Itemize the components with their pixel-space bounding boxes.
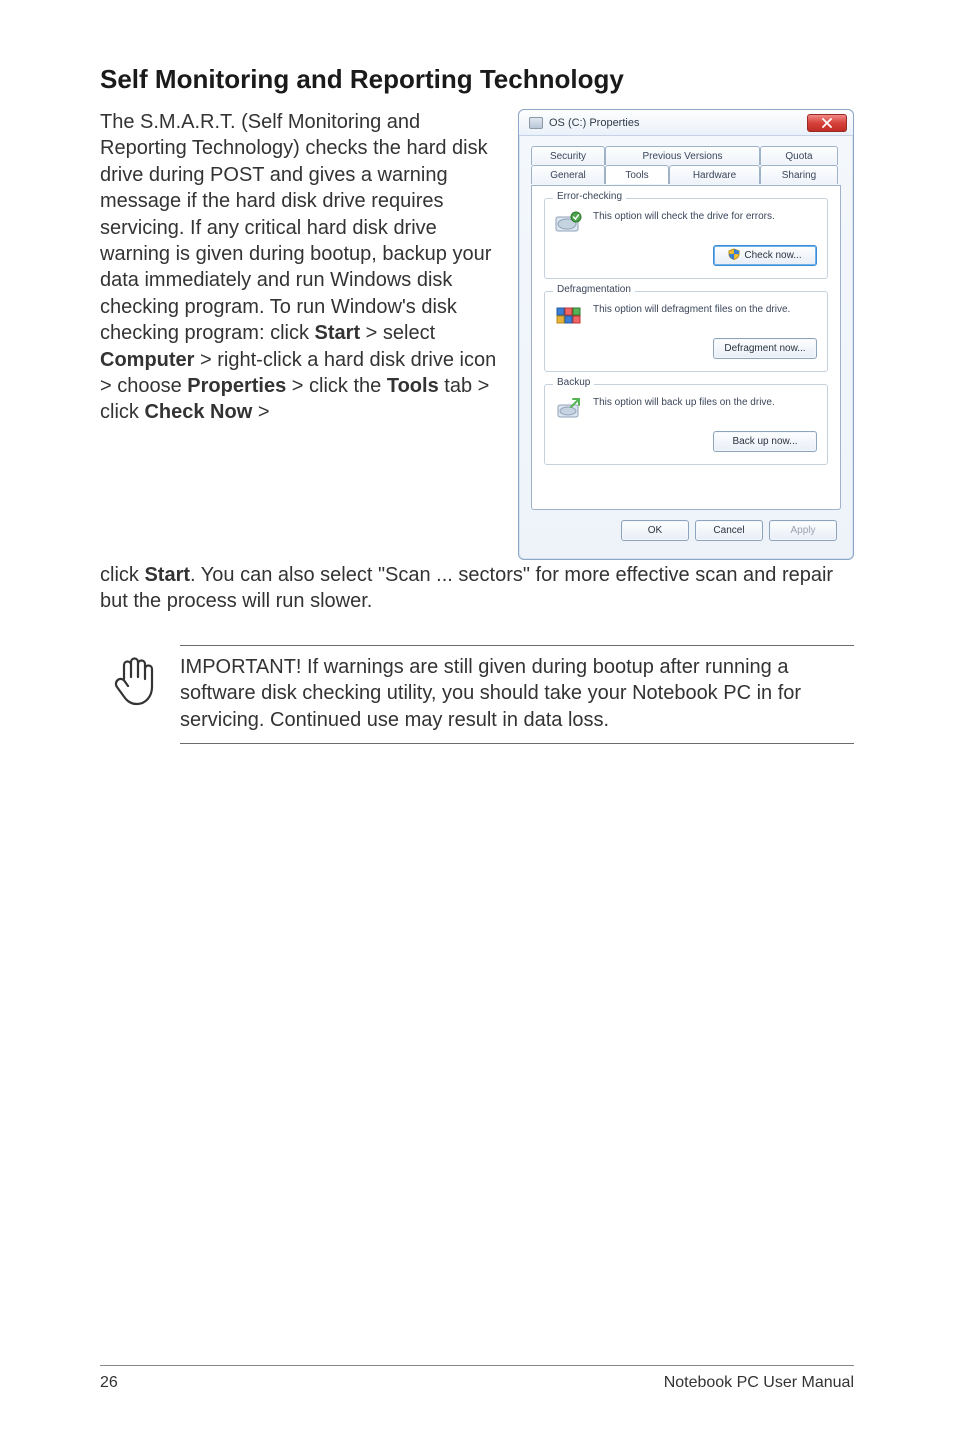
check-now-button[interactable]: Check now... (713, 245, 817, 266)
backup-icon (555, 397, 583, 421)
close-x-icon (822, 118, 832, 128)
drive-icon (529, 117, 543, 129)
hand-icon (110, 645, 158, 744)
dialog-title: OS (C:) Properties (549, 117, 639, 129)
check-now-label: Check now... (744, 250, 801, 261)
backup-now-button[interactable]: Back up now... (713, 431, 817, 452)
kw-tools: Tools (387, 375, 439, 397)
kw-start: Start (315, 322, 361, 344)
error-desc: This option will check the drive for err… (593, 211, 817, 222)
defragment-now-button[interactable]: Defragment now... (713, 338, 817, 359)
kw-properties: Properties (187, 375, 286, 397)
section-heading: Self Monitoring and Reporting Technology (100, 64, 854, 95)
tab-hardware[interactable]: Hardware (669, 165, 760, 184)
group-backup: Backup This option will back up files on… (544, 384, 828, 465)
apply-button[interactable]: Apply (769, 520, 837, 541)
cont-text: . You can also select "Scan ... sectors"… (100, 564, 833, 612)
para-text: > select (360, 322, 435, 344)
body-paragraph-continued: click Start. You can also select "Scan .… (100, 562, 854, 615)
group-label-defrag: Defragmentation (553, 284, 635, 295)
defrag-desc: This option will defragment files on the… (593, 304, 817, 315)
tab-panel: Error-checking This option will check th… (531, 185, 841, 510)
note-text: IMPORTANT! If warnings are still given d… (180, 654, 854, 733)
kw-start2: Start (144, 564, 190, 586)
defrag-icon (555, 304, 583, 328)
group-defragmentation: Defragmentation This option will defragm… (544, 291, 828, 372)
dialog-bottom-buttons: OK Cancel Apply (531, 510, 841, 547)
page-number: 26 (100, 1374, 118, 1392)
group-error-checking: Error-checking This option will check th… (544, 198, 828, 279)
shield-icon (728, 248, 740, 263)
body-paragraph-left: The S.M.A.R.T. (Self Monitoring and Repo… (100, 109, 500, 426)
kw-computer: Computer (100, 349, 194, 371)
titlebar-left: OS (C:) Properties (529, 117, 639, 129)
kw-checknow: Check Now (144, 401, 252, 423)
group-label-error: Error-checking (553, 191, 626, 202)
ok-button[interactable]: OK (621, 520, 689, 541)
close-button[interactable] (807, 114, 847, 132)
tab-tools[interactable]: Tools (605, 165, 669, 184)
tab-security[interactable]: Security (531, 146, 605, 165)
error-check-icon (555, 211, 583, 235)
tab-strip: Security Previous Versions Quota General… (531, 146, 841, 186)
backup-desc: This option will back up files on the dr… (593, 397, 817, 408)
cancel-button[interactable]: Cancel (695, 520, 763, 541)
para-text: > click the (286, 375, 387, 397)
tab-sharing[interactable]: Sharing (760, 165, 838, 184)
properties-dialog: OS (C:) Properties Security Previous Ver… (518, 109, 854, 560)
page-footer: 26 Notebook PC User Manual (100, 1365, 854, 1392)
tab-general[interactable]: General (531, 165, 605, 184)
cont-text: click (100, 564, 144, 586)
para-text: > (252, 401, 269, 423)
group-label-backup: Backup (553, 377, 594, 388)
defragment-now-label: Defragment now... (724, 343, 805, 354)
backup-now-label: Back up now... (732, 436, 797, 447)
tab-previous-versions[interactable]: Previous Versions (605, 146, 760, 165)
important-note: IMPORTANT! If warnings are still given d… (100, 645, 854, 744)
footer-title: Notebook PC User Manual (664, 1374, 854, 1392)
tab-quota[interactable]: Quota (760, 146, 838, 165)
dialog-titlebar: OS (C:) Properties (519, 110, 853, 136)
para-text: The S.M.A.R.T. (Self Monitoring and Repo… (100, 111, 491, 344)
